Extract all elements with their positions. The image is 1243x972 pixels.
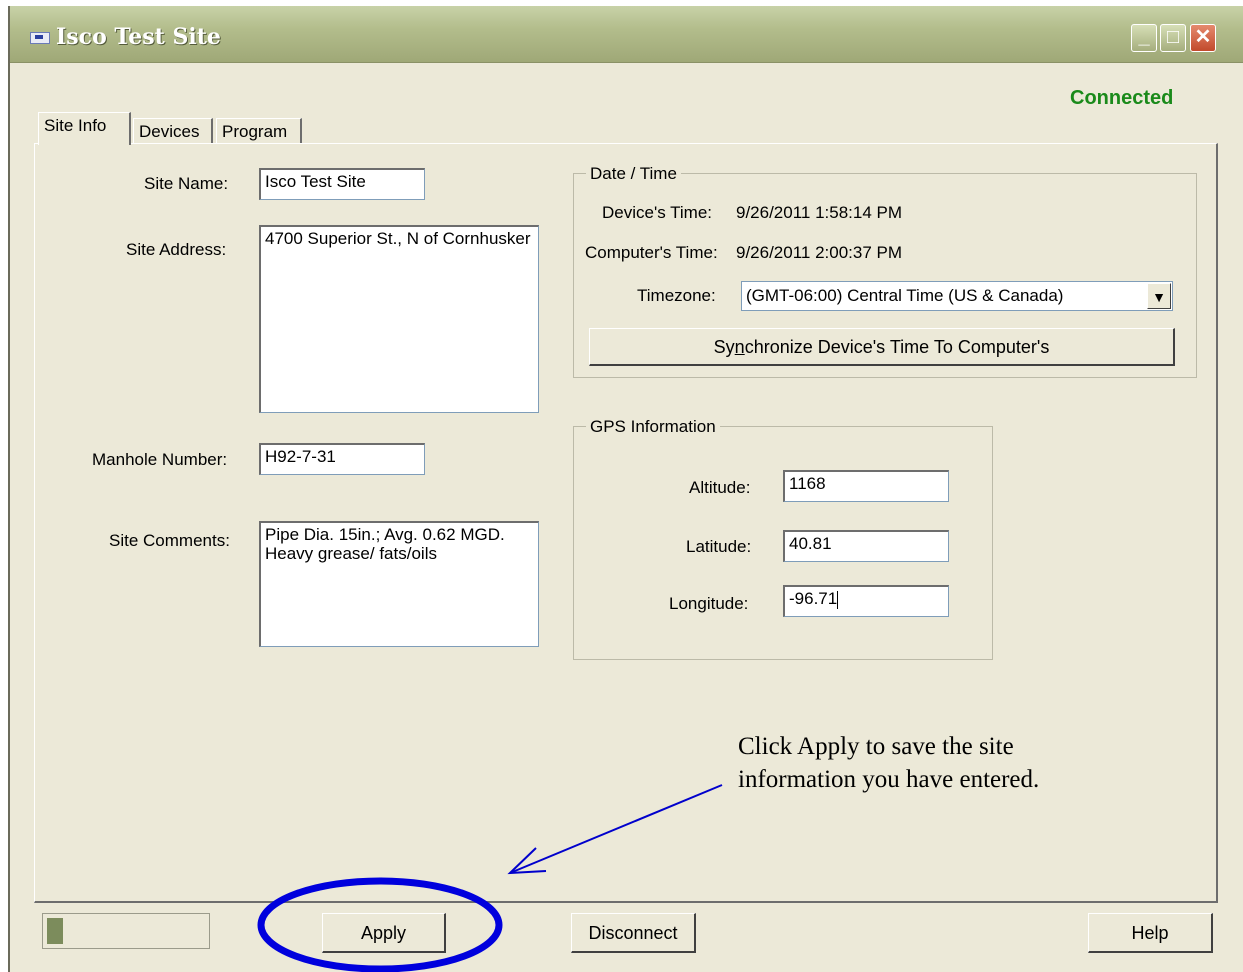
apply-highlight-ellipse <box>257 877 503 972</box>
tab-site-info[interactable]: Site Info <box>38 112 131 145</box>
annotation-highlight <box>257 877 503 972</box>
